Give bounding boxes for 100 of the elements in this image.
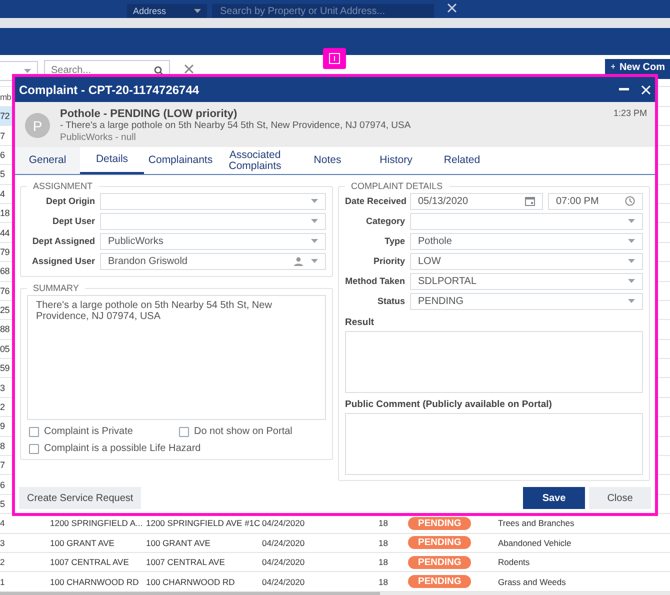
table-cell[interactable]: 6 — [0, 146, 12, 164]
table-cell[interactable]: 44 — [0, 223, 12, 242]
select-field[interactable]: Pothole — [410, 232, 643, 250]
table-cell-text: 1200 SPRINGFIELD AVE #1C — [146, 518, 262, 528]
status-badge: PENDING — [408, 556, 472, 569]
dialog-title: Complaint - CPT-20-1174726744 — [19, 82, 200, 96]
close-icon[interactable] — [641, 84, 651, 94]
table-cell-text: 18 — [378, 538, 388, 548]
dropdown-caret-icon — [628, 219, 635, 223]
clock-icon[interactable] — [625, 196, 635, 206]
table-cell[interactable]: 4 — [0, 184, 12, 203]
select-field[interactable]: PENDING — [410, 292, 643, 310]
table-cell[interactable]: 3 — [0, 378, 12, 397]
horizontal-scrollbar[interactable] — [0, 592, 670, 595]
table-cell-text: 1 — [0, 576, 6, 587]
field-label: Date Received — [345, 196, 405, 206]
clear-icon[interactable] — [184, 64, 194, 74]
checkbox[interactable] — [179, 426, 189, 436]
table-cell[interactable]: 68 — [0, 262, 12, 281]
dropdown-caret-icon — [311, 199, 318, 203]
dropdown-caret-icon — [628, 299, 635, 303]
table-cell-text: 100 GRANT AVE — [146, 538, 212, 548]
dropdown-caret-icon — [311, 219, 318, 223]
table-cell[interactable]: 88 — [0, 320, 12, 339]
table-cell[interactable]: 18 — [0, 204, 12, 222]
table-cell-text: 04/24/2020 — [262, 518, 306, 528]
table-cell: Trees and Branches — [498, 518, 574, 528]
table-cell-text: 18 — [378, 576, 388, 587]
select-field[interactable]: SDLPORTAL — [410, 272, 643, 290]
public-comment-field[interactable] — [345, 413, 643, 475]
field-label: Public Comment (Publicly available on Portal) — [345, 399, 553, 410]
select-field[interactable]: PublicWorks — [100, 232, 326, 250]
status-badge: PENDING — [408, 516, 472, 530]
select-field[interactable] — [100, 192, 326, 210]
select-field[interactable]: LOW — [410, 252, 643, 270]
dropdown-caret-icon — [311, 259, 318, 263]
table-cell[interactable]: 8 — [0, 436, 12, 456]
table-cell[interactable]: 05 — [0, 340, 12, 358]
table-cell[interactable]: 5 — [0, 494, 12, 514]
section-title: SUMMARY — [32, 283, 80, 293]
table-cell[interactable]: 7 — [0, 456, 12, 474]
timestamp: 1:23 PM — [613, 108, 647, 120]
address-select[interactable]: Address — [127, 4, 207, 18]
table-cell[interactable]: 6 — [0, 475, 12, 494]
table-cell[interactable]: 25 — [0, 300, 12, 320]
field-label: Method Taken — [345, 276, 405, 286]
table-cell[interactable]: 9 — [0, 417, 12, 436]
info-marker-icon — [323, 48, 346, 69]
dropdown-caret-icon — [628, 239, 635, 243]
table-cell[interactable]: 5 — [0, 165, 12, 184]
field-label: Result — [345, 317, 376, 328]
save-button[interactable]: Save — [523, 487, 585, 509]
create-service-request-button[interactable]: Create Service Request — [19, 487, 142, 509]
table-cell-text: 1200 SPRINGFIELD A... — [50, 518, 144, 528]
plus-icon — [611, 62, 616, 71]
table-cell[interactable]: 79 — [0, 242, 12, 262]
table-cell-text: 18 — [378, 557, 388, 568]
date-field[interactable]: 05/13/2020 — [410, 192, 543, 210]
table-cell-text: 18 — [378, 518, 388, 528]
status-badge: PENDING — [408, 536, 472, 550]
minimize-icon[interactable] — [619, 88, 629, 91]
table-cell[interactable]: 76 — [0, 282, 12, 300]
time-field[interactable]: 07:00 PM — [548, 192, 643, 210]
checkbox[interactable] — [29, 426, 39, 436]
address-search-field[interactable]: Search by Property or Unit Address... — [212, 4, 434, 18]
table-cell-text: 100 CHARNWOOD RD — [50, 576, 140, 587]
table-cell-text: 04/24/2020 — [262, 538, 306, 548]
dropdown-caret-icon — [628, 279, 635, 283]
status-badge: PENDING — [408, 575, 472, 588]
field-label: Priority — [372, 256, 405, 266]
result-field[interactable] — [345, 331, 643, 393]
clear-icon[interactable] — [447, 2, 457, 12]
calendar-icon[interactable] — [525, 196, 535, 206]
table-cell[interactable]: 2 — [0, 398, 12, 416]
field-label: Dept User — [51, 216, 95, 226]
person-icon — [294, 256, 303, 266]
table-cell-text: 100 CHARNWOOD RD — [146, 576, 236, 587]
dropdown-caret-icon — [194, 9, 201, 13]
table-cell[interactable]: 59 — [0, 359, 12, 378]
table-cell-text: 3 — [0, 538, 6, 548]
table-cell-text: 1007 CENTRAL AVE — [146, 557, 226, 568]
checkbox-label: Complaint is a possible Life Hazard — [44, 443, 201, 454]
table-cell[interactable]: 72 — [0, 107, 12, 126]
field-label: Status — [376, 296, 405, 306]
summary-field[interactable]: There's a large pothole on 5th Nearby 54 5th St, New Providence, NJ 07974, USA — [27, 295, 326, 420]
tab[interactable]: General — [15, 147, 80, 174]
checkbox[interactable] — [29, 444, 39, 454]
search-icon — [154, 66, 164, 76]
select-field[interactable] — [410, 212, 643, 230]
dropdown-caret-icon — [628, 259, 635, 263]
table-cell-text: 1007 CENTRAL AVE — [50, 557, 130, 568]
checkbox-label: Do not show on Portal — [194, 426, 292, 437]
table-cell[interactable]: 7 — [0, 126, 12, 145]
close-button[interactable]: Close — [589, 487, 651, 509]
select-field[interactable]: Brandon Griswold — [100, 252, 326, 270]
column-header: mb — [0, 92, 12, 102]
select-field[interactable] — [100, 212, 326, 230]
section-title: COMPLAINT DETAILS — [350, 181, 444, 191]
table-cell-text: 04/24/2020 — [262, 576, 306, 587]
complaint-subject: Pothole - PENDING (LOW priority) — [60, 108, 238, 120]
